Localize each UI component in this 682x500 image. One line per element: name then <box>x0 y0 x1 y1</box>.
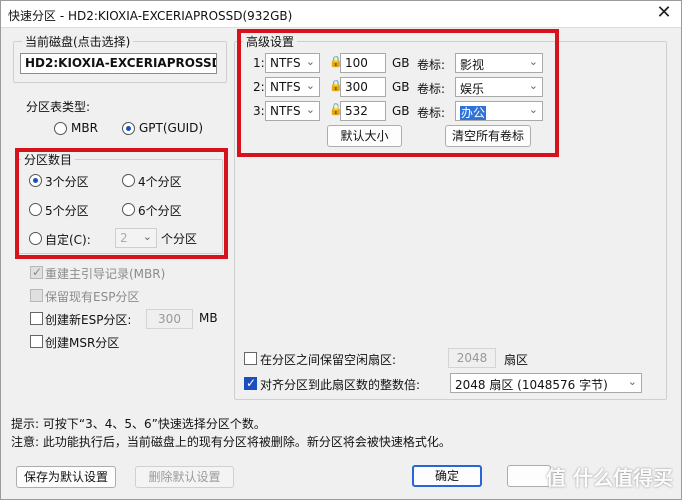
mbr-label[interactable]: MBR <box>71 121 98 135</box>
mbr-radio[interactable] <box>54 122 67 135</box>
reserve-free-sectors-unit: 扇区 <box>504 353 529 367</box>
hint-line-2: 注意: 此功能执行后，当前磁盘上的现有分区将被删除。新分区将会被快速格式化。 <box>11 435 451 449</box>
close-button[interactable]: ✕ <box>653 4 675 24</box>
window-title: 快速分区 - HD2:KIOXIA-EXCERIAPROSSD(932GB) <box>8 9 293 23</box>
esp-size-input[interactable]: 300 <box>146 309 193 329</box>
rebuild-mbr-checkbox[interactable] <box>30 265 43 279</box>
delete-default-button[interactable]: 删除默认设置 <box>135 466 234 488</box>
advanced-settings-highlight <box>237 29 559 157</box>
quick-partition-window: 快速分区 - HD2:KIOXIA-EXCERIAPROSSD(932GB) ✕… <box>0 0 682 500</box>
create-msr-checkbox[interactable] <box>30 335 43 348</box>
partition-count-highlight <box>15 148 228 259</box>
reserve-free-sectors-checkbox[interactable] <box>244 352 257 365</box>
create-msr-label[interactable]: 创建MSR分区 <box>45 334 119 351</box>
site-watermark: 值 什么值得买 <box>546 466 673 490</box>
align-partitions-checkbox[interactable] <box>244 376 257 390</box>
rebuild-mbr-label[interactable]: 重建主引导记录(MBR) <box>45 265 165 282</box>
partition-table-type-label: 分区表类型: <box>26 100 91 114</box>
alignment-sector-value: 2048 扇区 (1048576 字节) <box>455 378 608 392</box>
esp-size-unit: MB <box>199 311 218 325</box>
cancel-button-partially-covered[interactable] <box>507 465 551 487</box>
reserve-free-sectors-input[interactable]: 2048 <box>448 348 496 368</box>
gpt-label[interactable]: GPT(GUID) <box>139 121 203 135</box>
current-disk-title: 当前磁盘(点击选择) <box>22 33 134 50</box>
current-disk-selector[interactable]: HD2:KIOXIA-EXCERIAPROSSD(93Z <box>20 53 217 74</box>
alignment-sector-select[interactable]: 2048 扇区 (1048576 字节) ⌄ <box>450 373 642 393</box>
chevron-down-icon: ⌄ <box>627 375 637 388</box>
keep-esp-checkbox[interactable] <box>30 289 43 302</box>
reserve-free-sectors-label[interactable]: 在分区之间保留空闲扇区: <box>260 351 396 368</box>
ok-button[interactable]: 确定 <box>412 465 482 487</box>
close-icon: ✕ <box>656 2 672 23</box>
align-partitions-label[interactable]: 对齐分区到此扇区数的整数倍: <box>260 376 420 393</box>
title-bar: 快速分区 - HD2:KIOXIA-EXCERIAPROSSD(932GB) ✕ <box>1 1 681 28</box>
gpt-radio[interactable] <box>122 122 135 135</box>
save-as-default-button[interactable]: 保存为默认设置 <box>16 466 116 488</box>
hint-line-1: 提示: 可按下“3、4、5、6”快速选择分区个数。 <box>11 417 266 431</box>
create-esp-checkbox[interactable] <box>30 312 43 325</box>
create-esp-label[interactable]: 创建新ESP分区: <box>45 311 131 328</box>
keep-esp-label[interactable]: 保留现有ESP分区 <box>45 288 139 305</box>
